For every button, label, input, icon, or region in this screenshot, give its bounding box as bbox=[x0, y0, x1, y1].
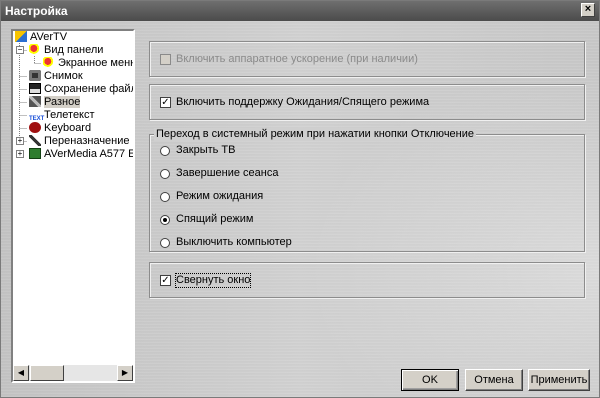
tree-item-keyboard[interactable]: Keyboard bbox=[29, 122, 91, 135]
dialog-body: AVerTV − Вид панели Экранное меню Снимок… bbox=[1, 21, 599, 397]
minimize-group: ✓ Свернуть окно bbox=[149, 262, 585, 298]
radio-standby-label: Режим ожидания bbox=[176, 190, 264, 202]
standby-support-checkbox[interactable]: ✓ bbox=[160, 97, 171, 108]
radio-close-tv[interactable] bbox=[160, 146, 170, 156]
tree-item-file-saving[interactable]: Сохранение файлов bbox=[29, 83, 133, 96]
hardware-accel-group: Включить аппаратное ускорение (при налич… bbox=[149, 41, 585, 77]
radio-logoff[interactable] bbox=[160, 169, 170, 179]
floppy-icon bbox=[29, 83, 41, 94]
tree-item-osd-menu[interactable]: Экранное меню bbox=[43, 57, 133, 70]
osd-menu-icon bbox=[43, 57, 55, 68]
apply-button[interactable]: Применить bbox=[528, 369, 590, 391]
radio-shutdown[interactable] bbox=[160, 238, 170, 248]
hardware-accel-label: Включить аппаратное ускорение (при налич… bbox=[176, 53, 418, 65]
close-button[interactable]: × bbox=[581, 3, 595, 17]
close-icon: × bbox=[584, 3, 592, 15]
remote-icon bbox=[29, 135, 41, 146]
tree-item-avertv[interactable]: AVerTV bbox=[15, 31, 67, 44]
radio-close-tv-label: Закрыть ТВ bbox=[176, 144, 236, 156]
tree-item-teletext[interactable]: TEXTТелетекст bbox=[29, 109, 95, 122]
power-button-group: Переход в системный режим при нажатии кн… bbox=[149, 128, 585, 252]
scroll-left-button[interactable]: ◀ bbox=[13, 365, 29, 381]
expand-toggle-remote[interactable]: + bbox=[16, 137, 24, 145]
tree-item-device[interactable]: AVerMedia A577 Express bbox=[29, 148, 133, 161]
tree-items: AVerTV − Вид панели Экранное меню Снимок… bbox=[13, 31, 133, 367]
cancel-button[interactable]: Отмена bbox=[465, 369, 523, 391]
keyboard-icon bbox=[29, 122, 41, 133]
minimize-window-checkbox[interactable]: ✓ bbox=[160, 275, 171, 286]
power-group-legend: Переход в системный режим при нажатии кн… bbox=[154, 128, 477, 141]
arrow-right-icon: ▶ bbox=[121, 368, 129, 377]
standby-group: ✓ Включить поддержку Ожидания/Спящего ре… bbox=[149, 84, 585, 120]
device-icon bbox=[29, 148, 41, 159]
title-bar: Настройка × bbox=[1, 1, 599, 21]
tree-item-snapshot[interactable]: Снимок bbox=[29, 70, 83, 83]
camera-icon bbox=[29, 70, 41, 81]
minimize-window-label: Свернуть окно bbox=[174, 273, 252, 288]
expand-toggle-panel[interactable]: − bbox=[16, 46, 24, 54]
radio-standby[interactable] bbox=[160, 192, 170, 202]
scroll-right-button[interactable]: ▶ bbox=[117, 365, 133, 381]
hardware-accel-checkbox[interactable] bbox=[160, 54, 171, 65]
standby-support-label: Включить поддержку Ожидания/Спящего режи… bbox=[176, 96, 430, 108]
misc-icon bbox=[29, 96, 41, 107]
arrow-left-icon: ◀ bbox=[17, 368, 25, 377]
tree-item-remote-remap[interactable]: Переназначение пульта bbox=[29, 135, 133, 148]
tree-item-misc[interactable]: Разное bbox=[29, 96, 81, 109]
avertv-icon bbox=[15, 31, 27, 42]
ok-button[interactable]: OK bbox=[401, 369, 459, 391]
radio-hibernate[interactable] bbox=[160, 215, 170, 225]
settings-tree: AVerTV − Вид панели Экранное меню Снимок… bbox=[11, 29, 135, 383]
radio-hibernate-label: Спящий режим bbox=[176, 213, 254, 225]
window-title: Настройка bbox=[5, 4, 68, 18]
tree-item-panel-view[interactable]: Вид панели bbox=[29, 44, 103, 57]
expand-toggle-device[interactable]: + bbox=[16, 150, 24, 158]
scroll-thumb[interactable] bbox=[30, 365, 64, 381]
panel-view-icon bbox=[29, 44, 41, 55]
tree-horizontal-scrollbar[interactable]: ◀ ▶ bbox=[13, 365, 133, 381]
radio-shutdown-label: Выключить компьютер bbox=[176, 236, 292, 248]
radio-logoff-label: Завершение сеанса bbox=[176, 167, 279, 179]
settings-window: Настройка × AVerTV − Вид панели Экранное… bbox=[0, 0, 600, 398]
